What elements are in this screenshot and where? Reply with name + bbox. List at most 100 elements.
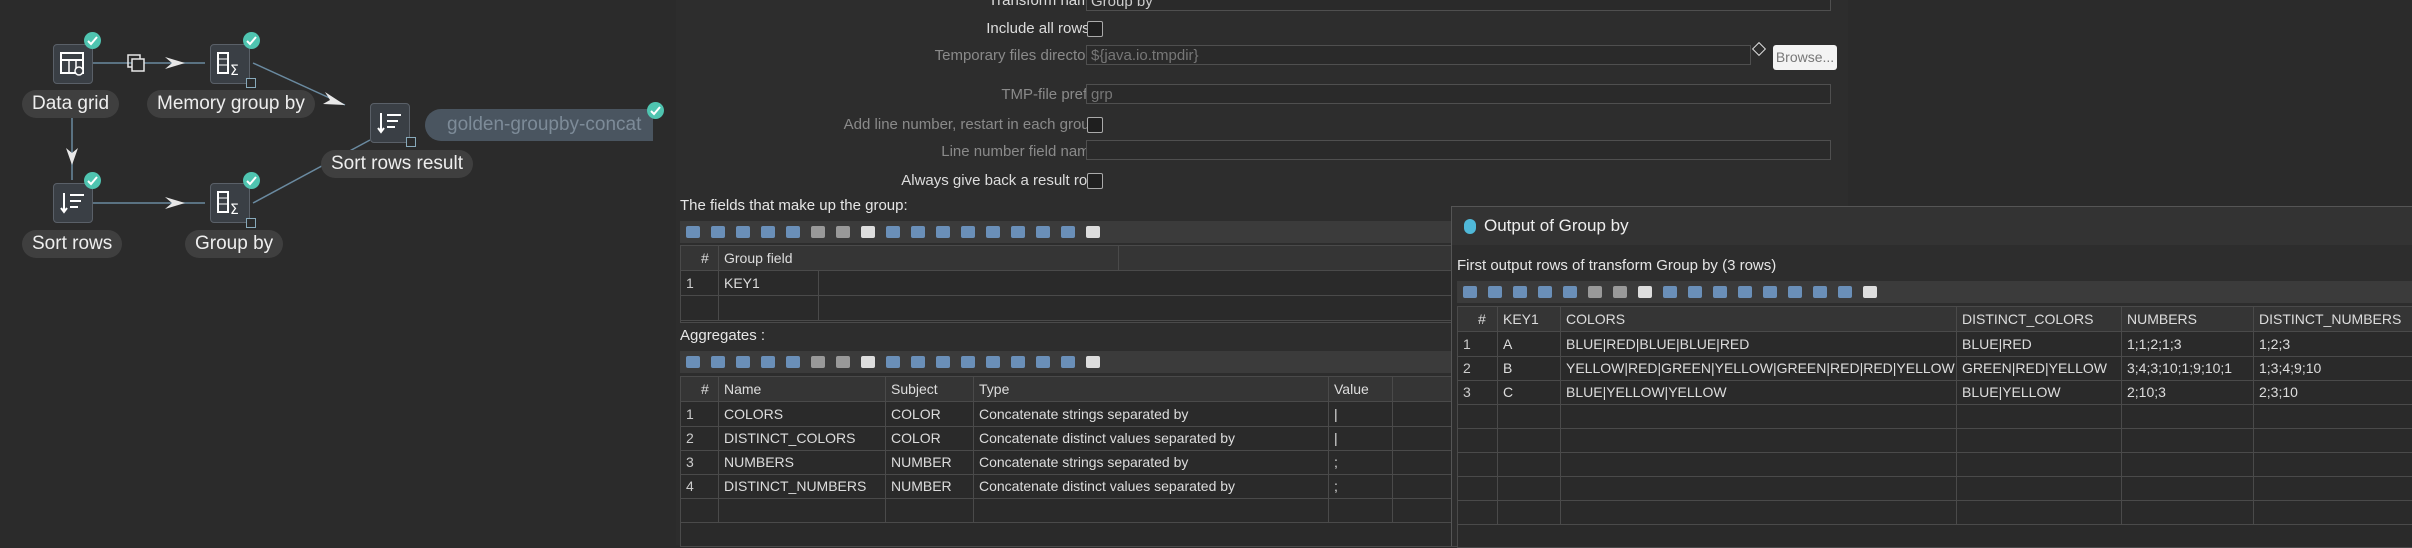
table-row[interactable]: 2 B YELLOW|RED|GREEN|YELLOW|GREEN|RED|RE…: [1458, 356, 2412, 381]
distinct-colors-cell[interactable]: BLUE|YELLOW: [1957, 380, 2122, 404]
undo-icon[interactable]: [1036, 226, 1050, 238]
sort-rows-result-node[interactable]: [370, 103, 410, 143]
memory-group-by-node[interactable]: Σ: [210, 44, 250, 84]
clipboard-icon[interactable]: [1086, 226, 1100, 238]
line-number-field-input[interactable]: [1086, 140, 1831, 160]
golden-output-label[interactable]: golden-groupby-concat: [425, 109, 653, 141]
tmp-prefix-input[interactable]: grp: [1086, 84, 1831, 104]
select-all-icon[interactable]: [811, 226, 825, 238]
name-cell[interactable]: DISTINCT_NUMBERS: [719, 474, 886, 498]
temp-dir-input[interactable]: ${java.io.tmpdir}: [1086, 45, 1751, 65]
move-down-icon[interactable]: [1538, 286, 1552, 298]
insert-after-icon[interactable]: [1488, 286, 1502, 298]
colors-cell[interactable]: YELLOW|RED|GREEN|YELLOW|GREEN|RED|RED|YE…: [1561, 356, 1957, 380]
table-row[interactable]: 3 C BLUE|YELLOW|YELLOW BLUE|YELLOW 2;10;…: [1458, 380, 2412, 405]
distinct-colors-cell[interactable]: BLUE|RED: [1957, 332, 2122, 356]
subject-cell[interactable]: NUMBER: [886, 474, 974, 498]
delete-icon[interactable]: [1738, 286, 1752, 298]
duplicate-icon[interactable]: [1011, 226, 1025, 238]
add-line-number-checkbox[interactable]: [1087, 117, 1103, 133]
copy-icon[interactable]: [1663, 286, 1677, 298]
name-cell[interactable]: COLORS: [719, 402, 886, 426]
clear-selection-icon[interactable]: [1613, 286, 1627, 298]
undo-icon[interactable]: [1813, 286, 1827, 298]
paste-icon[interactable]: [911, 356, 925, 368]
clipboard-icon[interactable]: [1086, 356, 1100, 368]
type-cell[interactable]: Concatenate strings separated by: [974, 450, 1329, 474]
expand-icon[interactable]: [1763, 286, 1777, 298]
type-cell[interactable]: Concatenate distinct values separated by: [974, 474, 1329, 498]
insert-after-icon[interactable]: [711, 226, 725, 238]
distinct-numbers-cell[interactable]: 1;3;4;9;10: [2254, 356, 2412, 380]
table-row[interactable]: 1 A BLUE|RED|BLUE|BLUE|RED BLUE|RED 1;1;…: [1458, 332, 2412, 357]
group-field-cell[interactable]: KEY1: [719, 271, 819, 295]
undo-icon[interactable]: [1036, 356, 1050, 368]
clear-selection-icon[interactable]: [836, 226, 850, 238]
insert-row-icon[interactable]: [1463, 286, 1477, 298]
colors-cell[interactable]: BLUE|RED|BLUE|BLUE|RED: [1561, 332, 1957, 356]
cut-icon[interactable]: [936, 356, 950, 368]
redo-icon[interactable]: [1838, 286, 1852, 298]
distinct-numbers-cell[interactable]: 1;2;3: [2254, 332, 2412, 356]
key1-cell[interactable]: B: [1498, 356, 1561, 380]
copy-icon[interactable]: [886, 226, 900, 238]
key1-cell[interactable]: C: [1498, 380, 1561, 404]
distinct-numbers-cell[interactable]: 2;3;10: [2254, 380, 2412, 404]
paste-icon[interactable]: [1688, 286, 1702, 298]
filter-icon[interactable]: [861, 226, 875, 238]
delete-icon[interactable]: [961, 226, 975, 238]
type-cell[interactable]: Concatenate distinct values separated by: [974, 426, 1329, 450]
always-result-row-checkbox[interactable]: [1087, 173, 1103, 189]
subject-cell[interactable]: NUMBER: [886, 450, 974, 474]
group-by-node[interactable]: Σ: [210, 183, 250, 223]
duplicate-icon[interactable]: [1011, 356, 1025, 368]
numbers-cell[interactable]: 3;4;3;10;1;9;10;1: [2122, 356, 2254, 380]
data-grid-node[interactable]: [53, 44, 93, 84]
expand-icon[interactable]: [986, 226, 1000, 238]
move-up-icon[interactable]: [1513, 286, 1527, 298]
type-cell[interactable]: Concatenate strings separated by: [974, 402, 1329, 426]
filter-icon[interactable]: [861, 356, 875, 368]
copy-icon[interactable]: [886, 356, 900, 368]
move-down-icon[interactable]: [761, 356, 775, 368]
insert-row-icon[interactable]: [686, 356, 700, 368]
include-all-rows-checkbox[interactable]: [1087, 21, 1103, 37]
expand-icon[interactable]: [986, 356, 1000, 368]
key1-cell[interactable]: A: [1498, 332, 1561, 356]
delete-row-icon[interactable]: [1563, 286, 1577, 298]
select-all-icon[interactable]: [811, 356, 825, 368]
redo-icon[interactable]: [1061, 226, 1075, 238]
delete-row-icon[interactable]: [786, 226, 800, 238]
paste-icon[interactable]: [911, 226, 925, 238]
delete-row-icon[interactable]: [786, 356, 800, 368]
pipeline-canvas[interactable]: Data grid Σ Memory group by Sort rows re…: [0, 0, 676, 545]
select-all-icon[interactable]: [1588, 286, 1602, 298]
subject-cell[interactable]: COLOR: [886, 426, 974, 450]
move-up-icon[interactable]: [736, 356, 750, 368]
duplicate-icon[interactable]: [1788, 286, 1802, 298]
numbers-cell[interactable]: 2;10;3: [2122, 380, 2254, 404]
delete-icon[interactable]: [961, 356, 975, 368]
output-table[interactable]: # KEY1 COLORS DISTINCT_COLORS NUMBERS DI…: [1457, 306, 2412, 548]
clipboard-icon[interactable]: [1863, 286, 1877, 298]
value-cell[interactable]: ;: [1329, 450, 1393, 474]
filter-icon[interactable]: [1638, 286, 1652, 298]
insert-row-icon[interactable]: [686, 226, 700, 238]
move-down-icon[interactable]: [761, 226, 775, 238]
cut-icon[interactable]: [936, 226, 950, 238]
move-up-icon[interactable]: [736, 226, 750, 238]
cut-icon[interactable]: [1713, 286, 1727, 298]
numbers-cell[interactable]: 1;1;2;1;3: [2122, 332, 2254, 356]
value-cell[interactable]: |: [1329, 426, 1393, 450]
insert-after-icon[interactable]: [711, 356, 725, 368]
value-cell[interactable]: ;: [1329, 474, 1393, 498]
name-cell[interactable]: DISTINCT_COLORS: [719, 426, 886, 450]
browse-button[interactable]: Browse...: [1773, 45, 1837, 70]
clear-selection-icon[interactable]: [836, 356, 850, 368]
sort-rows-node[interactable]: [53, 183, 93, 223]
redo-icon[interactable]: [1061, 356, 1075, 368]
name-cell[interactable]: NUMBERS: [719, 450, 886, 474]
subject-cell[interactable]: COLOR: [886, 402, 974, 426]
distinct-colors-cell[interactable]: GREEN|RED|YELLOW: [1957, 356, 2122, 380]
value-cell[interactable]: |: [1329, 402, 1393, 426]
